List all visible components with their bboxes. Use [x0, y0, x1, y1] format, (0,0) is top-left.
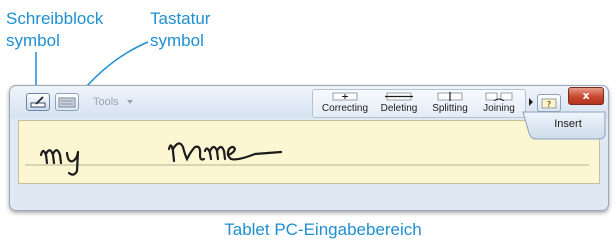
gesture-label: Correcting [321, 103, 369, 114]
close-icon: x [582, 89, 590, 102]
keyboard-button[interactable] [55, 93, 79, 111]
tools-menu[interactable]: Tools [93, 96, 119, 108]
gesture-label: Deleting [380, 103, 418, 114]
joining-gesture-icon [485, 92, 513, 101]
writing-pad-icon-callout: Schreibblock symbol [6, 8, 103, 52]
keyboard-icon-callout: Tastatur symbol [150, 8, 210, 52]
gesture-deleting[interactable]: Deleting [373, 90, 425, 117]
insert-button[interactable]: Insert [548, 118, 588, 130]
callout-text: Tastatur [150, 9, 211, 28]
callout-text: Schreibblock [6, 9, 104, 28]
gesture-label: Joining [483, 103, 515, 114]
callout-text: symbol [6, 31, 60, 50]
gesture-splitting[interactable]: Splitting [425, 90, 475, 117]
tablet-input-panel: Tools Correcting Deleting Splitting Join… [9, 85, 609, 211]
writing-pad-icon [30, 96, 46, 108]
chevron-down-icon [127, 100, 133, 104]
handwriting-ink [25, 142, 589, 176]
chevron-right-icon[interactable] [529, 98, 533, 106]
gesture-correcting[interactable]: Correcting [317, 90, 373, 117]
correcting-gesture-icon [332, 92, 358, 101]
splitting-gesture-icon [437, 92, 463, 101]
callout-text: symbol [150, 31, 204, 50]
gesture-joining[interactable]: Joining [475, 90, 523, 117]
writing-pad-button[interactable] [26, 93, 50, 111]
close-button[interactable]: x [568, 87, 604, 105]
writing-area[interactable] [18, 120, 600, 184]
toolbar: Tools Correcting Deleting Splitting Join… [10, 86, 608, 118]
deleting-gesture-icon [385, 92, 413, 101]
figure-caption: Tablet PC-Eingabebereich [224, 220, 422, 239]
keyboard-icon [58, 97, 76, 108]
help-icon: ? [541, 98, 557, 109]
gesture-label: Splitting [432, 103, 468, 114]
gesture-help-group: Correcting Deleting Splitting Joining [312, 89, 526, 118]
help-button[interactable]: ? [537, 94, 561, 112]
svg-text:?: ? [547, 100, 551, 109]
